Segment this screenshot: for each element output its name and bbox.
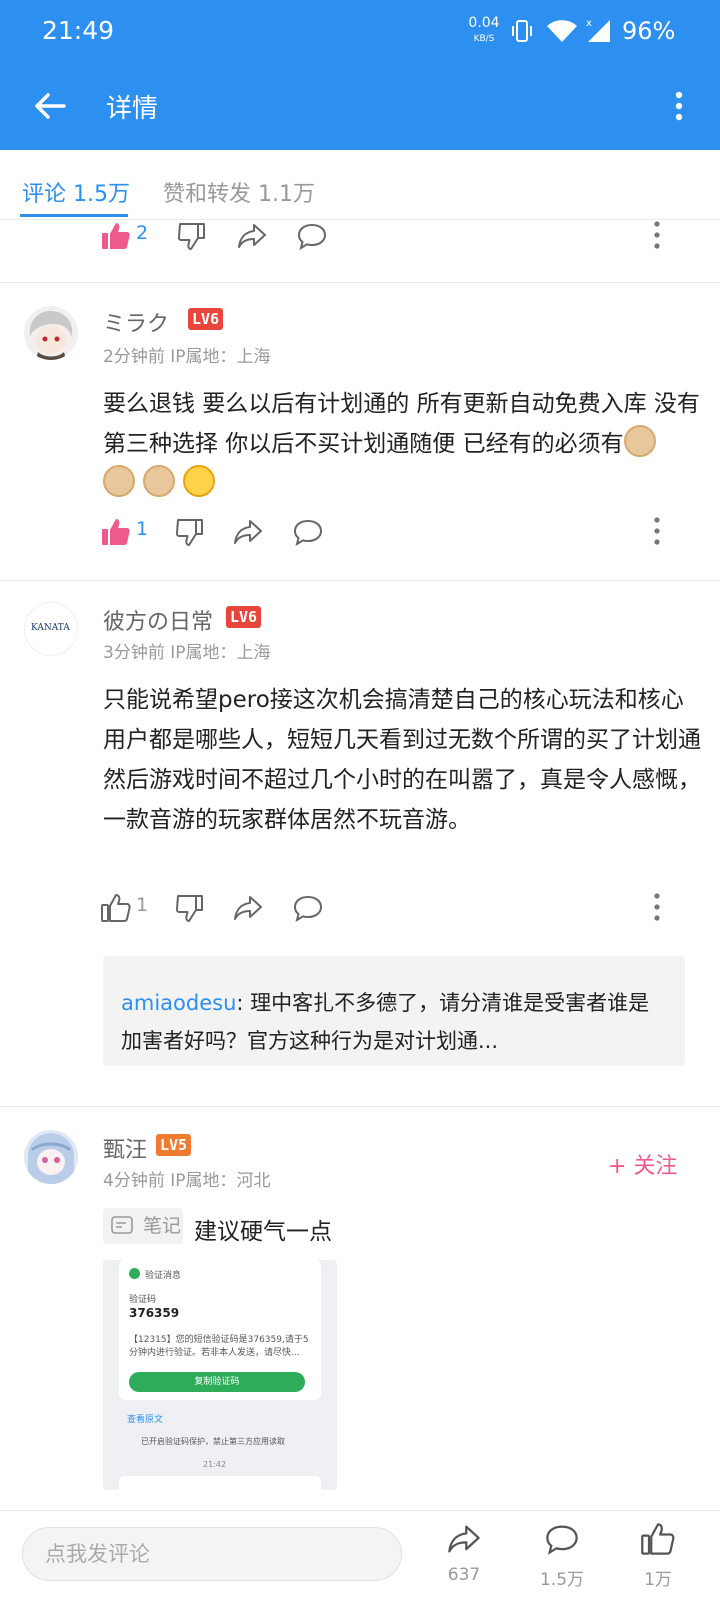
- reply-colon: :: [236, 991, 251, 1015]
- screenshot-code-label: 验证码: [129, 1295, 157, 1305]
- level-badge: LV6: [226, 606, 262, 628]
- doge-emoji-icon: [623, 425, 656, 457]
- divider: [0, 580, 720, 581]
- wifi-icon: [547, 20, 577, 42]
- screenshot-card: 验证消息 验证码 376359 【12315】您的短信验证码是376359,请于…: [119, 1260, 321, 1400]
- share-count: 637: [447, 1565, 481, 1585]
- more-options-icon[interactable]: [664, 86, 694, 126]
- screenshot-code: 376359: [129, 1306, 180, 1320]
- share-icon[interactable]: [446, 1521, 482, 1557]
- screenshot-message: 【12315】您的短信验证码是376359,请于5分钟内进行验证。若非本人发送，…: [129, 1335, 309, 1358]
- page-title: 详情: [106, 94, 159, 124]
- share-icon[interactable]: [232, 516, 264, 548]
- screenshot-view-original: 查看原文: [127, 1415, 164, 1425]
- battery-level: 96%: [622, 17, 676, 45]
- svg-text:x: x: [586, 18, 592, 29]
- like-count: 2: [136, 222, 149, 244]
- doge-emoji-icon: [143, 465, 175, 497]
- comment-feed[interactable]: 2 ミラク LV6 2分钟前 IP属地：上海 要么退钱 要么以后有计划通的 所有…: [0, 220, 720, 1510]
- divider: [0, 1106, 720, 1107]
- comment-actions: 1: [0, 510, 720, 554]
- avatar[interactable]: KANATA: [24, 602, 78, 656]
- signal-icon: x: [586, 18, 610, 42]
- comment-icon[interactable]: [544, 1521, 580, 1557]
- share-icon[interactable]: [232, 892, 264, 924]
- message-status-icon: [129, 1268, 140, 1279]
- dislike-icon[interactable]: [174, 516, 206, 548]
- comment-count: 1.5万: [539, 1570, 585, 1590]
- app-bar: 详情: [0, 64, 720, 150]
- like-filled-icon[interactable]: [100, 220, 132, 252]
- avatar-image: [28, 1133, 74, 1184]
- network-speed: 0.04 KB/S: [466, 16, 502, 46]
- screenshot-header: 验证消息: [145, 1271, 182, 1281]
- username[interactable]: 甄汪: [103, 1132, 147, 1164]
- avatar-image: [29, 310, 73, 360]
- level-badge: LV5: [156, 1134, 192, 1156]
- comment-body: 只能说希望pero接这次机会搞清楚自己的核心玩法和核心用户都是哪些人，短短几天看…: [103, 687, 701, 833]
- divider: [0, 282, 720, 283]
- comment-meta: 4分钟前 IP属地：河北: [103, 1171, 271, 1191]
- share-icon[interactable]: [236, 220, 268, 252]
- avatar[interactable]: [24, 1130, 78, 1184]
- note-tag[interactable]: 笔记: [103, 1208, 183, 1244]
- tab-indicator: [20, 214, 128, 217]
- dislike-icon[interactable]: [176, 220, 208, 252]
- comment-more-icon[interactable]: [652, 890, 662, 924]
- comment-input[interactable]: 点我发评论: [22, 1527, 402, 1581]
- comment-icon[interactable]: [292, 516, 324, 548]
- username[interactable]: 彼方の日常: [103, 604, 213, 636]
- comment-icon[interactable]: [296, 220, 328, 252]
- comment-meta: 2分钟前 IP属地：上海: [103, 347, 271, 367]
- like-count: 1: [136, 894, 149, 916]
- vibrate-icon: [512, 20, 532, 42]
- comment-more-icon[interactable]: [652, 514, 662, 548]
- comment-icon[interactable]: [292, 892, 324, 924]
- like-filled-icon[interactable]: [100, 516, 132, 548]
- tab-comments[interactable]: 评论 1.5万: [22, 176, 130, 208]
- comment-actions: 2: [0, 220, 720, 258]
- grin-emoji-icon: [183, 465, 215, 497]
- screenshot-copy-button: 复制验证码: [129, 1372, 305, 1392]
- comment-text: 建议硬气一点: [194, 1219, 332, 1245]
- dislike-icon[interactable]: [174, 892, 206, 924]
- back-arrow-icon[interactable]: [30, 86, 70, 126]
- status-time: 21:49: [42, 16, 115, 45]
- like-count: 1: [136, 518, 149, 540]
- comment-more-icon[interactable]: [652, 220, 662, 252]
- attached-screenshot[interactable]: 验证消息 验证码 376359 【12315】您的短信验证码是376359,请于…: [103, 1260, 337, 1490]
- comment-text: 要么退钱 要么以后有计划通的 所有更新自动免费入库 没有第三种选择 你以后不买计…: [103, 391, 700, 457]
- comment-body: 要么退钱 要么以后有计划通的 所有更新自动免费入库 没有第三种选择 你以后不买计…: [103, 384, 703, 504]
- screenshot-time: 21:42: [203, 1460, 227, 1469]
- follow-button[interactable]: + 关注: [608, 1148, 677, 1180]
- note-icon: [111, 1216, 133, 1234]
- like-count: 1万: [644, 1570, 672, 1590]
- screenshot-card: [119, 1476, 321, 1490]
- username[interactable]: ミラク: [103, 306, 169, 338]
- tab-likes-reposts[interactable]: 赞和转发 1.1万: [163, 176, 315, 208]
- reply-preview[interactable]: amiaodesu: 理中客扎不多德了，请分清谁是受害者谁是加害者好吗？官方这种…: [103, 956, 685, 1066]
- avatar-logo-text: KANATA: [31, 623, 70, 633]
- comment-actions: 1: [0, 886, 720, 930]
- like-icon[interactable]: [640, 1521, 676, 1557]
- level-badge: LV6: [188, 308, 224, 330]
- tab-bar: 评论 1.5万 赞和转发 1.1万: [0, 150, 720, 220]
- note-tag-label: 笔记: [143, 1215, 182, 1237]
- network-speed-value: 0.04: [468, 15, 500, 31]
- like-icon[interactable]: [100, 892, 132, 924]
- reply-username[interactable]: amiaodesu: [121, 991, 236, 1015]
- reply-content: amiaodesu: 理中客扎不多德了，请分清谁是受害者谁是加害者好吗？官方这种…: [121, 984, 669, 1060]
- avatar[interactable]: [24, 306, 78, 360]
- status-bar: 21:49 0.04 KB/S x 96%: [0, 0, 720, 64]
- screenshot-protection: 已开启验证码保护，禁止第三方应用读取: [141, 1437, 285, 1446]
- bottom-action-bar: 点我发评论 637 1.5万 1万: [0, 1510, 720, 1600]
- network-speed-unit: KB/S: [473, 34, 495, 44]
- doge-emoji-icon: [103, 465, 135, 497]
- comment-meta: 3分钟前 IP属地：上海: [103, 643, 271, 663]
